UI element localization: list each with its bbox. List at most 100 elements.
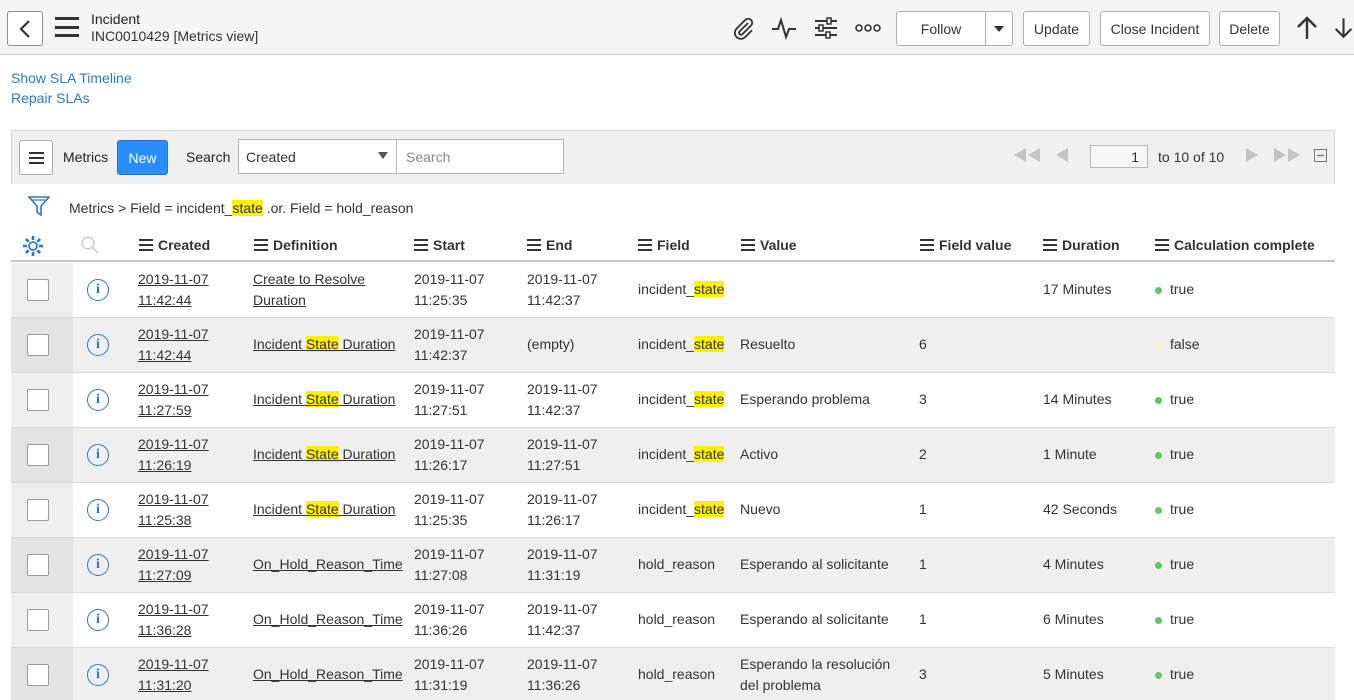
created-cell[interactable]: 2019-11-07 11:25:38 — [138, 489, 209, 531]
activity-icon[interactable] — [771, 15, 797, 41]
more-options-icon[interactable] — [855, 15, 881, 41]
search-label: Search — [186, 149, 231, 165]
calculation-complete-cell: true — [1170, 391, 1195, 407]
info-icon[interactable]: i — [87, 444, 109, 466]
new-button[interactable]: New — [117, 140, 168, 175]
info-icon[interactable]: i — [87, 389, 109, 411]
column-search-icon[interactable] — [80, 235, 100, 258]
definition-cell[interactable]: On_Hold_Reason_Time — [253, 664, 403, 685]
definition-cell[interactable]: Create to Resolve Duration — [253, 269, 365, 311]
close-incident-button[interactable]: Close Incident — [1100, 11, 1210, 46]
info-icon[interactable]: i — [87, 664, 109, 686]
column-menu-icon[interactable] — [638, 239, 652, 251]
collapse-icon[interactable] — [1312, 145, 1328, 165]
status-dot-icon — [1155, 562, 1162, 569]
column-header-end[interactable]: End — [527, 237, 572, 253]
info-icon[interactable]: i — [87, 499, 109, 521]
created-cell[interactable]: 2019-11-07 11:26:19 — [138, 434, 209, 476]
created-cell[interactable]: 2019-11-07 11:36:28 — [138, 599, 209, 641]
created-cell[interactable]: 2019-11-07 11:42:44 — [138, 269, 209, 311]
dropdown-caret-icon — [994, 25, 1004, 32]
column-header-field[interactable]: Field — [638, 237, 690, 253]
created-cell[interactable]: 2019-11-07 11:27:59 — [138, 379, 209, 421]
delete-button[interactable]: Delete — [1219, 11, 1280, 46]
column-menu-icon[interactable] — [1043, 239, 1057, 251]
personalize-icon[interactable] — [813, 15, 839, 41]
row-checkbox[interactable] — [27, 609, 49, 631]
definition-cell[interactable]: Incident State Duration — [253, 334, 395, 355]
field-value-cell: 1 — [919, 611, 927, 627]
created-cell[interactable]: 2019-11-07 11:27:09 — [138, 544, 209, 586]
column-header-field-value[interactable]: Field value — [920, 237, 1011, 253]
table-row: i 2019-11-07 11:27:09 On_Hold_Reason_Time… — [11, 538, 1335, 593]
column-header-start[interactable]: Start — [414, 237, 465, 253]
list-title: Metrics — [63, 149, 109, 165]
follow-dropdown-button[interactable] — [985, 11, 1013, 46]
start-cell: 2019-11-07 11:27:08 — [414, 546, 485, 583]
end-cell: 2019-11-07 11:31:19 — [527, 546, 598, 583]
created-cell[interactable]: 2019-11-07 11:31:20 — [138, 654, 209, 696]
breadcrumb-root[interactable]: Metrics — [69, 200, 114, 216]
menu-icon[interactable] — [55, 17, 79, 37]
arrow-up-icon[interactable] — [1294, 15, 1320, 41]
next-page-icon[interactable] — [1244, 145, 1260, 165]
field-cell: hold_reason — [638, 666, 716, 682]
row-checkbox[interactable] — [27, 279, 49, 301]
table-row: i 2019-11-07 11:27:59 Incident State Dura… — [11, 373, 1335, 428]
column-header-value[interactable]: Value — [741, 237, 797, 253]
filter-icon[interactable] — [27, 195, 51, 220]
info-icon[interactable]: i — [87, 554, 109, 576]
definition-cell[interactable]: On_Hold_Reason_Time — [253, 609, 403, 630]
row-checkbox[interactable] — [27, 499, 49, 521]
definition-cell[interactable]: Incident State Duration — [253, 499, 395, 520]
calculation-complete-cell: true — [1170, 611, 1195, 627]
status-dot-icon — [1155, 287, 1162, 294]
column-header-definition[interactable]: Definition — [254, 237, 338, 253]
definition-cell[interactable]: On_Hold_Reason_Time — [253, 554, 403, 575]
show-sla-timeline-link[interactable]: Show SLA Timeline — [11, 70, 132, 86]
row-checkbox[interactable] — [27, 664, 49, 686]
duration-cell: 42 Seconds — [1043, 501, 1117, 517]
created-cell[interactable]: 2019-11-07 11:42:44 — [138, 324, 209, 366]
repair-slas-link[interactable]: Repair SLAs — [11, 90, 90, 106]
last-page-icon[interactable] — [1272, 145, 1302, 165]
attachment-icon[interactable] — [730, 15, 756, 41]
column-header-created[interactable]: Created — [139, 237, 210, 253]
info-icon[interactable]: i — [87, 334, 109, 356]
column-menu-icon[interactable] — [527, 239, 541, 251]
column-header-calculation-complete[interactable]: Calculation complete — [1155, 237, 1315, 253]
status-dot-icon — [1155, 397, 1162, 404]
list-settings-icon[interactable] — [22, 235, 44, 260]
update-button[interactable]: Update — [1023, 11, 1090, 46]
column-menu-icon[interactable] — [139, 239, 153, 251]
table-row: i 2019-11-07 11:42:44 Incident State Dura… — [11, 318, 1335, 373]
end-cell: 2019-11-07 11:26:17 — [527, 491, 598, 528]
search-field-select[interactable]: Created — [238, 139, 397, 174]
column-header-duration[interactable]: Duration — [1043, 237, 1120, 253]
column-menu-icon[interactable] — [741, 239, 755, 251]
first-page-icon[interactable] — [1012, 145, 1042, 165]
list-menu-button[interactable] — [19, 140, 53, 175]
definition-cell[interactable]: Incident State Duration — [253, 389, 395, 410]
row-checkbox[interactable] — [27, 389, 49, 411]
row-checkbox[interactable] — [27, 554, 49, 576]
table-header: Created Definition Start End Field Value… — [11, 230, 1335, 262]
definition-cell[interactable]: Incident State Duration — [253, 444, 395, 465]
column-menu-icon[interactable] — [1155, 239, 1169, 251]
column-menu-icon[interactable] — [414, 239, 428, 251]
search-input[interactable] — [396, 139, 564, 174]
back-button[interactable] — [7, 11, 43, 46]
info-icon[interactable]: i — [87, 609, 109, 631]
follow-button[interactable]: Follow — [896, 11, 986, 46]
arrow-down-icon[interactable] — [1333, 15, 1354, 41]
row-checkbox[interactable] — [27, 444, 49, 466]
page-number-input[interactable] — [1090, 145, 1148, 168]
previous-page-icon[interactable] — [1054, 145, 1070, 165]
info-icon[interactable]: i — [87, 279, 109, 301]
breadcrumb-text[interactable]: Metrics > Field = incident_state .or. Fi… — [69, 200, 413, 216]
column-menu-icon[interactable] — [254, 239, 268, 251]
row-checkbox[interactable] — [27, 334, 49, 356]
value-cell: Activo — [740, 446, 779, 462]
field-cell: incident_state — [638, 446, 725, 462]
column-menu-icon[interactable] — [920, 239, 934, 251]
